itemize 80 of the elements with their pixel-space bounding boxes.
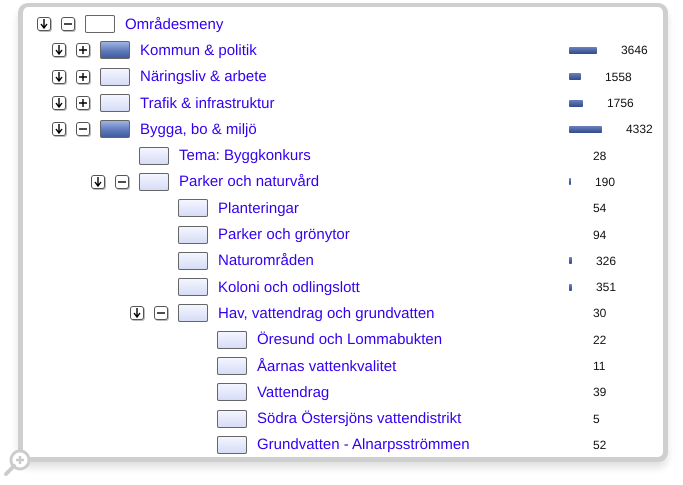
tree-item-link[interactable]: Södra Östersjöns vattendistrikt [257, 410, 462, 428]
down-arrow-icon [55, 98, 63, 108]
count-bar [569, 100, 583, 107]
selection-swatch[interactable] [100, 94, 130, 112]
tree-item-link[interactable]: Åarnas vattenkvalitet [257, 358, 396, 374]
selection-swatch[interactable] [178, 304, 208, 322]
item-count: 190 [595, 174, 616, 189]
down-arrow-icon [40, 19, 48, 30]
tree-item-link[interactable]: Vattendrag [257, 384, 330, 401]
selection-swatch[interactable] [178, 252, 208, 270]
tree-item-link[interactable]: Trafik & infrastruktur [140, 94, 274, 112]
item-count: 22 [593, 332, 606, 347]
tree-item-link[interactable]: Näringsliv & arbete [140, 68, 267, 86]
item-count: 5 [593, 412, 600, 426]
item-count: 94 [593, 228, 606, 242]
tree-item-link[interactable]: Bygga, bo & miljö [140, 120, 257, 138]
tree-item-link[interactable]: Tema: Byggkonkurs [179, 147, 311, 164]
down-arrow-icon [94, 176, 102, 187]
tree-item-link[interactable]: Grundvatten - Alnarpsströmmen [257, 436, 470, 454]
move-down-button[interactable] [52, 96, 66, 110]
selection-swatch[interactable] [139, 146, 169, 165]
down-arrow-icon [55, 45, 63, 56]
count-bar [569, 46, 597, 54]
selection-swatch[interactable] [100, 41, 130, 60]
selection-swatch[interactable] [217, 410, 247, 428]
down-arrow-icon [55, 124, 63, 134]
selection-swatch[interactable] [217, 436, 247, 454]
tree-item-link[interactable]: Parker och naturvård [179, 173, 320, 190]
collapse-button[interactable] [154, 306, 168, 320]
count-bar [569, 73, 581, 80]
plus-icon [79, 72, 87, 81]
selection-swatch[interactable] [178, 278, 208, 296]
item-count: 30 [593, 306, 606, 320]
expand-button[interactable] [76, 70, 90, 84]
tree-item-link[interactable]: Kommun & politik [140, 42, 257, 59]
move-down-button[interactable] [52, 122, 66, 136]
tree-item-link[interactable]: Parker och grönytor [218, 226, 350, 244]
move-down-button[interactable] [130, 306, 144, 320]
item-count: 3646 [621, 43, 648, 58]
move-down-button[interactable] [91, 174, 105, 189]
item-count: 52 [593, 438, 606, 452]
count-bar [569, 284, 572, 291]
selection-swatch[interactable] [217, 330, 247, 349]
plus-icon [79, 99, 87, 108]
item-count: 1558 [605, 70, 632, 84]
count-bar [569, 126, 602, 133]
item-count: 1756 [607, 96, 634, 110]
move-down-button[interactable] [52, 70, 66, 84]
item-count: 28 [593, 148, 606, 163]
tree-item-link[interactable]: Naturområden [218, 252, 314, 270]
item-count: 54 [593, 201, 606, 216]
selection-swatch[interactable] [100, 68, 130, 86]
collapse-button[interactable] [76, 122, 90, 136]
selection-swatch[interactable] [100, 120, 130, 138]
selection-swatch[interactable] [217, 357, 247, 375]
selection-swatch[interactable] [139, 172, 169, 191]
down-arrow-icon [55, 72, 63, 82]
item-count: 351 [596, 280, 616, 294]
item-count: 326 [596, 254, 616, 268]
selection-swatch[interactable] [217, 383, 247, 402]
selection-swatch[interactable] [178, 199, 208, 218]
down-arrow-icon [133, 308, 141, 318]
collapse-button[interactable] [115, 174, 129, 189]
selection-swatch[interactable] [85, 15, 115, 34]
item-count: 11 [593, 359, 606, 373]
tree-item-link[interactable]: Öresund och Lommabukten [257, 331, 442, 348]
expand-button[interactable] [76, 96, 90, 110]
plus-icon [79, 46, 87, 54]
tree-item-link[interactable]: Hav, vattendrag och grundvatten [218, 304, 435, 322]
tree-item-link[interactable]: Planteringar [218, 200, 299, 217]
count-bar [569, 257, 572, 264]
tree-item-link[interactable]: Koloni och odlingslott [218, 278, 360, 296]
expand-button[interactable] [76, 43, 90, 58]
selection-swatch[interactable] [178, 226, 208, 244]
move-down-button[interactable] [52, 43, 66, 58]
item-count: 4332 [626, 122, 653, 136]
item-count: 39 [593, 385, 606, 400]
tree-item-link[interactable]: Områdesmeny [125, 16, 224, 33]
collapse-button[interactable] [61, 17, 75, 32]
move-down-button[interactable] [37, 17, 51, 32]
